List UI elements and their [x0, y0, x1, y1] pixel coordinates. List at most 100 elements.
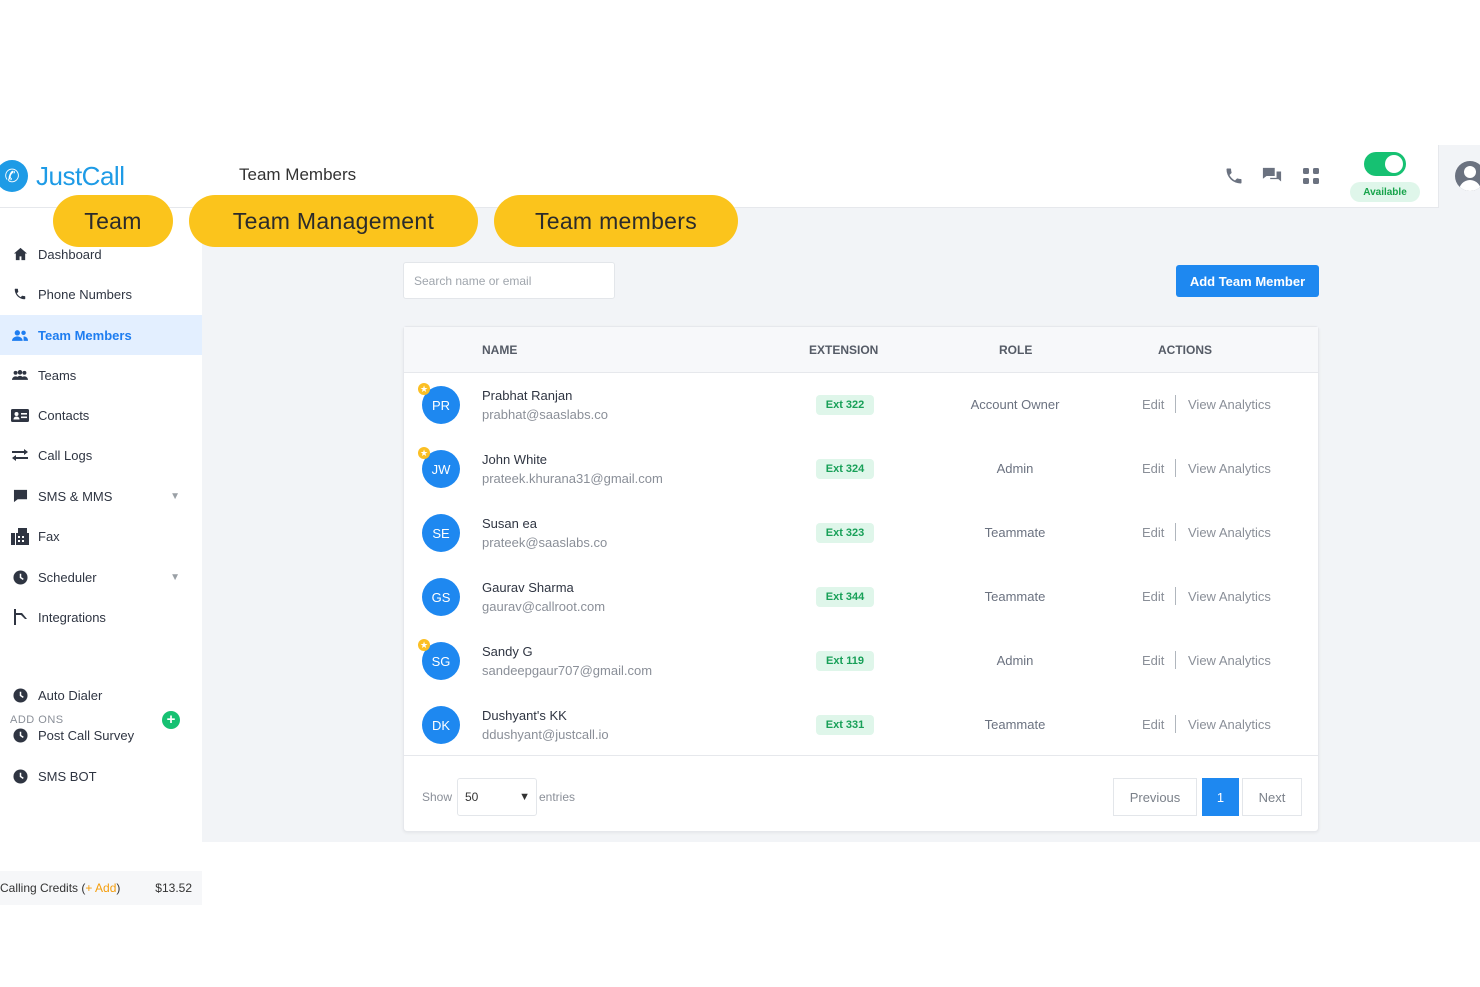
- apps-grid-icon[interactable]: [1299, 164, 1323, 188]
- page-size-select[interactable]: 50 ▼: [457, 778, 537, 816]
- sidebar-item-contacts[interactable]: Contacts: [0, 396, 202, 434]
- column-header-name[interactable]: NAME: [482, 343, 517, 357]
- member-role: Teammate: [984, 717, 1046, 732]
- annotation-pill-team: Team: [53, 195, 173, 247]
- extension-badge: Ext 331: [816, 715, 874, 735]
- avatar: GS: [422, 578, 460, 616]
- home-icon: [10, 246, 30, 262]
- table-row: JW ★ John White prateek.khurana31@gmail.…: [404, 437, 1318, 501]
- table-row: SG ★ Sandy G sandeepgaur707@gmail.com Ex…: [404, 629, 1318, 693]
- search-input[interactable]: [403, 262, 615, 299]
- availability-status-badge: Available: [1350, 182, 1420, 202]
- action-divider: [1175, 523, 1176, 541]
- member-email: ddushyant@justcall.io: [482, 727, 609, 742]
- view-analytics-link[interactable]: View Analytics: [1188, 525, 1271, 540]
- sidebar-item-sms-mms[interactable]: SMS & MMS ▼: [0, 477, 202, 515]
- teams-icon: [10, 367, 30, 383]
- member-email: prabhat@saaslabs.co: [482, 407, 608, 422]
- sms-icon: [10, 488, 30, 504]
- member-email: prateek.khurana31@gmail.com: [482, 471, 663, 486]
- edit-link[interactable]: Edit: [1142, 525, 1164, 540]
- sidebar-item-phone-numbers[interactable]: Phone Numbers: [0, 275, 202, 313]
- sidebar-item-label: Call Logs: [38, 447, 93, 463]
- chevron-down-icon[interactable]: ▼: [170, 572, 180, 583]
- extension-badge: Ext 322: [816, 395, 874, 415]
- page-title: Team Members: [239, 165, 357, 184]
- sidebar-item-fax[interactable]: Fax: [0, 517, 202, 555]
- chevron-down-icon[interactable]: ▼: [170, 491, 180, 502]
- sidebar-item-label: Contacts: [38, 407, 90, 423]
- member-role: Account Owner: [970, 397, 1060, 412]
- justcall-logo[interactable]: ✆ JustCall: [0, 157, 125, 195]
- sidebar-item-auto-dialer[interactable]: Auto Dialer: [0, 676, 202, 714]
- table-footer: Show 50 ▼ entries Previous 1 Next: [404, 755, 1318, 831]
- next-page-button[interactable]: Next: [1242, 778, 1302, 816]
- member-name: Dushyant's KK: [482, 708, 567, 723]
- member-name: Susan ea: [482, 516, 537, 531]
- member-name: Sandy G: [482, 644, 533, 659]
- edit-link[interactable]: Edit: [1142, 461, 1164, 476]
- profile-area: [1438, 145, 1480, 208]
- sidebar-item-integrations[interactable]: Integrations: [0, 598, 202, 636]
- member-email: gaurav@callroot.com: [482, 599, 606, 614]
- page-size-value: 50: [465, 790, 479, 804]
- availability-toggle[interactable]: [1364, 152, 1406, 176]
- user-avatar-icon[interactable]: [1455, 161, 1480, 191]
- table-row: DK Dushyant's KK ddushyant@justcall.io E…: [404, 693, 1318, 757]
- table-row: PR ★ Prabhat Ranjan prabhat@saaslabs.co …: [404, 373, 1318, 437]
- sidebar-item-label: Post Call Survey: [38, 727, 135, 743]
- add-credits-link[interactable]: + Add: [85, 881, 116, 895]
- view-analytics-link[interactable]: View Analytics: [1188, 589, 1271, 604]
- table-row: GS Gaurav Sharma gaurav@callroot.com Ext…: [404, 565, 1318, 629]
- contacts-icon: [10, 407, 30, 423]
- sidebar-item-label: Team Members: [38, 327, 132, 343]
- view-analytics-link[interactable]: View Analytics: [1188, 397, 1271, 412]
- sidebar-item-call-logs[interactable]: Call Logs: [0, 436, 202, 474]
- credits-amount: $13.52: [155, 881, 192, 895]
- phone-icon[interactable]: [1222, 164, 1246, 188]
- previous-page-button[interactable]: Previous: [1113, 778, 1197, 816]
- sidebar-item-label: Dashboard: [38, 246, 102, 262]
- table-header: NAME EXTENSION ROLE ACTIONS: [404, 327, 1318, 373]
- edit-link[interactable]: Edit: [1142, 397, 1164, 412]
- avatar: SE: [422, 514, 460, 552]
- action-divider: [1175, 395, 1176, 413]
- view-analytics-link[interactable]: View Analytics: [1188, 717, 1271, 732]
- edit-link[interactable]: Edit: [1142, 589, 1164, 604]
- chevron-down-icon: ▼: [519, 791, 530, 803]
- sidebar-item-sms-bot[interactable]: SMS BOT: [0, 757, 202, 795]
- team-members-icon: [10, 327, 30, 343]
- sidebar-item-label: Phone Numbers: [38, 286, 132, 302]
- view-analytics-link[interactable]: View Analytics: [1188, 653, 1271, 668]
- sidebar-item-label: SMS BOT: [38, 768, 97, 784]
- integrations-icon: [10, 609, 30, 625]
- member-role: Teammate: [984, 589, 1046, 604]
- member-email: prateek@saaslabs.co: [482, 535, 608, 550]
- logo-text: JustCall: [36, 160, 125, 191]
- extension-badge: Ext 119: [816, 651, 874, 671]
- phone-logo-icon: ✆: [0, 160, 28, 192]
- page-number-button[interactable]: 1: [1202, 778, 1239, 816]
- sidebar-item-teams[interactable]: Teams: [0, 356, 202, 394]
- column-header-role[interactable]: ROLE: [999, 343, 1032, 357]
- chat-icon[interactable]: [1260, 164, 1284, 188]
- sidebar-item-label: SMS & MMS: [38, 488, 113, 504]
- phone-icon: [10, 286, 30, 302]
- sidebar-item-label: Teams: [38, 367, 77, 383]
- view-analytics-link[interactable]: View Analytics: [1188, 461, 1271, 476]
- edit-link[interactable]: Edit: [1142, 717, 1164, 732]
- add-team-member-button[interactable]: Add Team Member: [1176, 265, 1319, 297]
- sidebar-item-scheduler[interactable]: Scheduler ▼: [0, 558, 202, 596]
- action-divider: [1175, 651, 1176, 669]
- availability-control: Available: [1350, 149, 1420, 203]
- column-header-extension[interactable]: EXTENSION: [809, 343, 878, 357]
- edit-link[interactable]: Edit: [1142, 653, 1164, 668]
- sidebar-item-team-members[interactable]: Team Members: [0, 315, 202, 355]
- credits-label-close: ): [116, 881, 121, 895]
- entries-label: entries: [539, 790, 576, 804]
- column-header-actions: ACTIONS: [1158, 343, 1212, 357]
- sidebar-item-label: Auto Dialer: [38, 687, 103, 703]
- sidebar-item-post-call-survey[interactable]: Post Call Survey: [0, 716, 202, 754]
- star-icon: ★: [418, 447, 430, 459]
- star-icon: ★: [418, 639, 430, 651]
